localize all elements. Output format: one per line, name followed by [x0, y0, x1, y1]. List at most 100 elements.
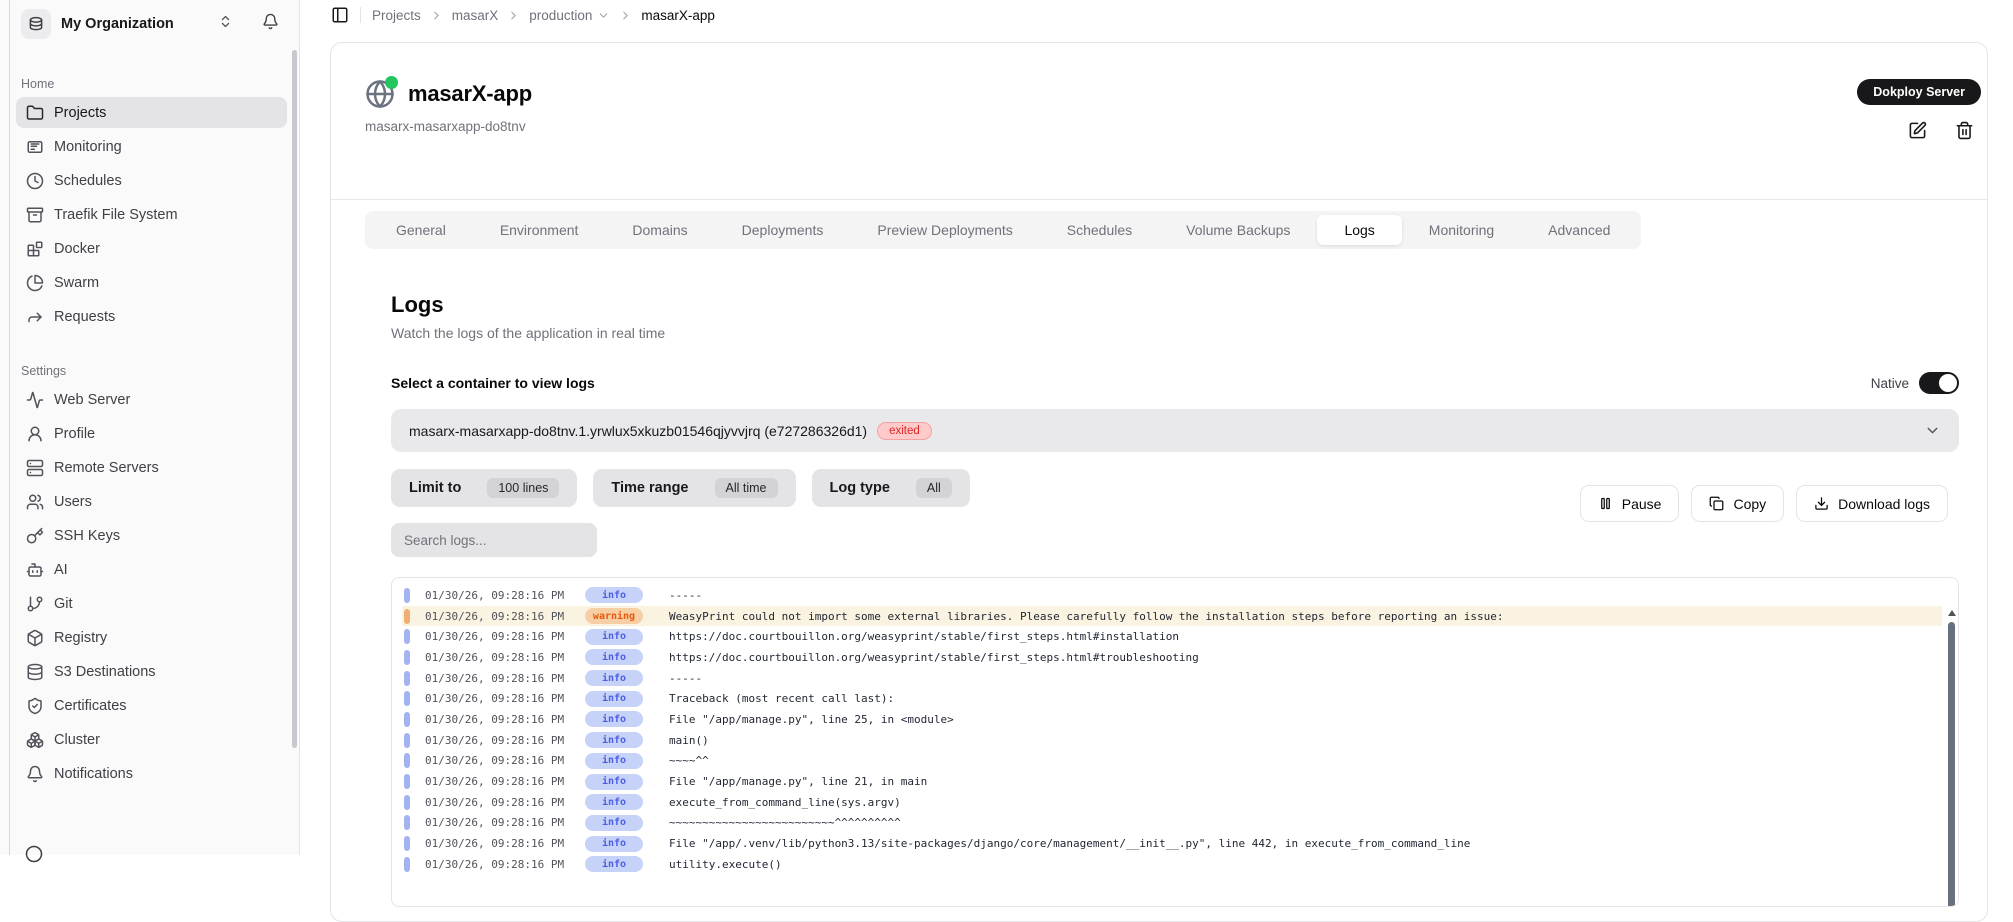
container-status-badge: exited	[877, 422, 932, 440]
nav-section-label: Home	[21, 77, 299, 91]
nav-section-settings: SettingsWeb ServerProfileRemote ServersU…	[0, 364, 299, 789]
log-level-badge: info	[585, 649, 643, 665]
log-level-badge: info	[585, 774, 643, 790]
log-timestamp: 01/30/26, 09:28:16 PM	[425, 816, 585, 829]
filter-log-type[interactable]: Log typeAll	[812, 469, 970, 507]
download-logs-button[interactable]: Download logs	[1796, 485, 1948, 522]
sidebar-item-users[interactable]: Users	[16, 486, 287, 517]
sidebar-item-web-server[interactable]: Web Server	[16, 384, 287, 415]
log-level-badge: info	[585, 732, 643, 748]
sidebar-item-git[interactable]: Git	[16, 588, 287, 619]
breadcrumb-item-production[interactable]: production	[529, 8, 592, 23]
sidebar-rail	[9, 0, 10, 855]
sidebar-item-label: Users	[54, 494, 92, 510]
sidebar-item-label: Traefik File System	[54, 207, 178, 223]
pause-button[interactable]: Pause	[1580, 485, 1680, 522]
chevrons-up-down-icon[interactable]	[218, 14, 233, 34]
log-row: 01/30/26, 09:28:16 PMinfo~~~~~~~~~~~~~~~…	[402, 813, 1942, 834]
edit-button[interactable]	[1908, 121, 1927, 140]
sidebar-item-remote-servers[interactable]: Remote Servers	[16, 452, 287, 483]
sidebar-item-traefik-file-system[interactable]: Traefik File System	[16, 199, 287, 230]
filter-time-range[interactable]: Time rangeAll time	[593, 469, 795, 507]
log-row: 01/30/26, 09:28:16 PMinfoexecute_from_co…	[402, 792, 1942, 813]
sidebar-item-monitoring[interactable]: Monitoring	[16, 131, 287, 162]
sidebar-item-requests[interactable]: Requests	[16, 301, 287, 332]
panel-left-toggle-icon[interactable]	[331, 6, 349, 24]
boxes-icon	[26, 731, 44, 749]
notifications-bell-icon[interactable]	[262, 13, 279, 35]
tab-monitoring[interactable]: Monitoring	[1402, 215, 1521, 245]
filter-value: All	[916, 478, 952, 498]
container-select-label: Select a container to view logs	[391, 375, 595, 391]
log-row: 01/30/26, 09:28:16 PMinfo https://doc.cou…	[402, 647, 1942, 668]
native-toggle[interactable]	[1919, 372, 1959, 394]
logs-section: Logs Watch the logs of the application i…	[331, 249, 1987, 907]
tab-volume-backups[interactable]: Volume Backups	[1159, 215, 1317, 245]
breadcrumb-item-masarx-app[interactable]: masarX-app	[641, 8, 715, 23]
sidebar-nav: Home ProjectsMonitoringSchedules Traefik F…	[0, 47, 299, 789]
log-timestamp: 01/30/26, 09:28:16 PM	[425, 858, 585, 871]
log-message: execute_from_command_line(sys.argv)	[669, 796, 901, 809]
log-level-badge: info	[585, 587, 643, 603]
sidebar-item-docker[interactable]: Docker	[16, 233, 287, 264]
tab-schedules[interactable]: Schedules	[1040, 215, 1159, 245]
bell-icon	[26, 765, 44, 783]
scroll-up-arrow-icon[interactable]	[1948, 610, 1956, 616]
sidebar-item-cluster[interactable]: Cluster	[16, 724, 287, 755]
pause-icon	[1598, 496, 1613, 511]
sidebar-item-label: Requests	[54, 309, 115, 325]
log-timestamp: 01/30/26, 09:28:16 PM	[425, 651, 585, 664]
sidebar-item-schedules[interactable]: Schedules	[16, 165, 287, 196]
breadcrumb-item-masarx[interactable]: masarX	[452, 8, 499, 23]
sidebar-scrollbar-thumb[interactable]	[292, 50, 297, 748]
sidebar-item-notifications[interactable]: Notifications	[16, 758, 287, 789]
tab-preview-deployments[interactable]: Preview Deployments	[850, 215, 1039, 245]
delete-button[interactable]	[1955, 121, 1974, 140]
log-scrollbar[interactable]	[1945, 580, 1958, 906]
key-icon	[26, 527, 44, 545]
clock-icon	[26, 172, 44, 190]
log-timestamp: 01/30/26, 09:28:16 PM	[425, 610, 585, 623]
tab-general[interactable]: General	[369, 215, 473, 245]
action-label: Download logs	[1838, 496, 1930, 512]
sidebar-item-registry[interactable]: Registry	[16, 622, 287, 653]
sidebar-item-s3-destinations[interactable]: S3 Destinations	[16, 656, 287, 687]
log-timestamp: 01/30/26, 09:28:16 PM	[425, 796, 585, 809]
log-row: 01/30/26, 09:28:16 PMinfomain()	[402, 730, 1942, 751]
log-message: https://doc.courtbouillon.org/weasyprint…	[669, 651, 1199, 664]
log-message: Traceback (most recent call last):	[669, 692, 894, 705]
sidebar-item-swarm[interactable]: Swarm	[16, 267, 287, 298]
user-avatar-partial[interactable]	[25, 845, 43, 863]
scrollbar-thumb[interactable]	[1948, 622, 1955, 906]
breadcrumb-item-projects[interactable]: Projects	[372, 8, 421, 23]
log-level-bar	[404, 671, 410, 686]
log-row: 01/30/26, 09:28:16 PMinfo-----	[402, 585, 1942, 606]
organization-switcher[interactable]: My Organization	[0, 0, 299, 47]
sidebar-item-ai[interactable]: AI	[16, 554, 287, 585]
tab-logs[interactable]: Logs	[1317, 215, 1401, 245]
tab-deployments[interactable]: Deployments	[715, 215, 851, 245]
log-level-bar	[404, 836, 410, 851]
sidebar-item-profile[interactable]: Profile	[16, 418, 287, 449]
log-level-bar	[404, 609, 410, 624]
container-select[interactable]: masarx-masarxapp-do8tnv.1.yrwlux5xkuzb01…	[391, 409, 1959, 452]
tab-domains[interactable]: Domains	[605, 215, 714, 245]
log-level-bar	[404, 733, 410, 748]
filter-limit-to[interactable]: Limit to100 lines	[391, 469, 577, 507]
log-timestamp: 01/30/26, 09:28:16 PM	[425, 672, 585, 685]
search-input[interactable]	[391, 523, 597, 557]
action-label: Pause	[1622, 496, 1662, 512]
filter-label: Time range	[611, 480, 688, 496]
package-icon	[26, 629, 44, 647]
sidebar-item-projects[interactable]: Projects	[16, 97, 287, 128]
copy-button[interactable]: Copy	[1691, 485, 1784, 522]
log-row: 01/30/26, 09:28:16 PMinfoFile "/app/.ven…	[402, 833, 1942, 854]
topbar-divider	[360, 7, 361, 23]
sidebar-item-ssh-keys[interactable]: SSH Keys	[16, 520, 287, 551]
sidebar-item-certificates[interactable]: Certificates	[16, 690, 287, 721]
sidebar-item-label: Docker	[54, 241, 100, 257]
server-badge: Dokploy Server	[1857, 79, 1981, 105]
tab-advanced[interactable]: Advanced	[1521, 215, 1637, 245]
log-message: https://doc.courtbouillon.org/weasyprint…	[669, 630, 1179, 643]
tab-environment[interactable]: Environment	[473, 215, 606, 245]
